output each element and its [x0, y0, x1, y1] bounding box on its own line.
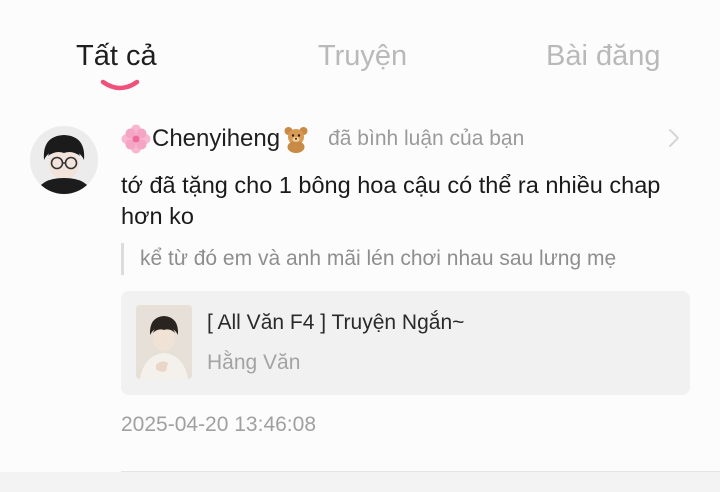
story-title: [ All Văn F4 ] Truyện Ngắn~: [207, 311, 465, 334]
tab-all[interactable]: Tất cả: [76, 36, 157, 76]
timestamp: 2025-04-20 13:46:08: [121, 413, 316, 436]
user-avatar[interactable]: [30, 126, 98, 194]
tab-stories[interactable]: Truyện: [318, 36, 407, 76]
tab-posts[interactable]: Bài đăng: [546, 36, 661, 76]
username-link[interactable]: Chenyiheng: [152, 125, 280, 153]
tab-bar: Tất cả Truyện Bài đăng: [0, 0, 720, 100]
list-bottom-band: [0, 472, 720, 492]
notification-header: Chenyiheng đã bình luận của bạn: [120, 120, 524, 158]
quoted-comment: kể từ đó em và anh mãi lén chơi nhau sau…: [121, 243, 616, 275]
chevron-right-icon[interactable]: [664, 124, 684, 152]
story-card[interactable]: [ All Văn F4 ] Truyện Ngắn~ Hằng Văn: [121, 291, 690, 395]
comment-text: tớ đã tặng cho 1 bông hoa cậu có thể ra …: [121, 172, 661, 229]
bear-icon: [284, 127, 308, 153]
flower-icon: [121, 124, 151, 154]
story-cover-image: [136, 305, 192, 379]
active-tab-indicator: [100, 79, 140, 91]
action-text: đã bình luận của bạn: [328, 127, 525, 150]
story-author: Hằng Văn: [207, 351, 301, 374]
